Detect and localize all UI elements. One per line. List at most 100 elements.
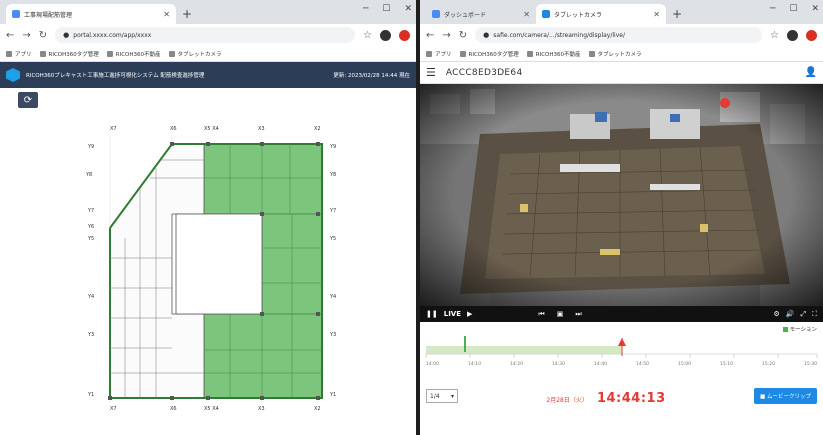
bookmark-item[interactable]: タブレットカメラ	[588, 50, 642, 58]
current-date: 2月28日（火）	[546, 396, 588, 404]
apps-icon	[426, 50, 432, 57]
bookmark-label: RICOH360不動産	[535, 51, 581, 58]
play-icon[interactable]: ▶	[467, 310, 472, 318]
recording-indicator-icon	[720, 98, 730, 108]
bookmark-item[interactable]: タブレットカメラ	[168, 50, 222, 58]
bookmark-item[interactable]: アプリ	[426, 50, 452, 58]
reload-icon[interactable]: ↻	[459, 30, 467, 41]
app-update-time: 更新: 2023/02/28 14:44 現在	[333, 73, 410, 79]
current-time: 14:44:13	[596, 390, 666, 406]
floor-plan-area: ⟳ X7 X6 X5 X4 X3 X2 X7 X6 X5 X4 X3 X2 Y9 Y8 Y7 Y…	[0, 88, 416, 435]
window-close-icon[interactable]: ✕	[811, 4, 819, 14]
tick-label: 14:20	[510, 362, 523, 367]
bookmark-star-icon[interactable]: ☆	[363, 30, 372, 41]
back-icon[interactable]: ←	[6, 30, 14, 41]
extension-icon[interactable]	[806, 29, 817, 41]
lock-icon: ●	[63, 31, 70, 39]
left-tab[interactable]: 工事現場配筋管理 ✕	[6, 4, 176, 24]
svg-text:X2: X2	[314, 406, 321, 412]
bookmark-star-icon[interactable]: ☆	[770, 30, 779, 41]
svg-text:X7: X7	[110, 126, 117, 132]
construction-site-image	[420, 84, 823, 306]
svg-text:Y8: Y8	[85, 172, 92, 178]
speed-select[interactable]: 1/4 ▾	[426, 389, 458, 403]
fit-icon[interactable]: ⤢	[800, 310, 806, 319]
svg-text:Y3: Y3	[87, 332, 94, 338]
bookmark-icon	[106, 50, 113, 57]
profile-avatar[interactable]	[787, 29, 798, 41]
close-icon[interactable]: ✕	[163, 10, 170, 19]
right-url-field[interactable]: ● safie.com/camera/.../streaming/display…	[475, 27, 763, 43]
maximize-icon[interactable]: ☐	[789, 4, 797, 14]
profile-avatar[interactable]	[380, 29, 391, 41]
tick-label: 15:00	[678, 362, 691, 367]
window-controls: ─ ☐ ✕	[770, 4, 819, 14]
app-logo-icon	[6, 68, 20, 82]
volume-icon[interactable]: 🔊	[786, 310, 795, 318]
tab-title: ダッシュボード	[444, 11, 487, 19]
playback-buttons: ⏮ ▣ ⏭	[538, 310, 581, 319]
camera-video-feed[interactable]	[420, 84, 823, 306]
bookmark-item[interactable]: RICOH360不動産	[526, 50, 581, 58]
bookmark-item[interactable]: RICOH360不動産	[106, 50, 161, 58]
bookmark-icon	[39, 50, 46, 57]
bookmark-icon	[168, 50, 175, 57]
bookmark-label: RICOH360タグ管理	[468, 51, 519, 58]
favicon-icon	[12, 10, 20, 18]
frame-icon[interactable]: ▣	[557, 310, 564, 319]
forward-icon[interactable]: →	[22, 30, 30, 41]
pause-icon[interactable]: ❚❚	[426, 310, 438, 318]
svg-text:Y9: Y9	[87, 144, 94, 150]
maximize-icon[interactable]: ☐	[382, 4, 390, 14]
fullscreen-icon[interactable]: ⛶	[812, 310, 817, 319]
svg-text:X6: X6	[170, 126, 177, 132]
svg-text:Y1: Y1	[329, 392, 336, 398]
right-address-bar: ← → ↻ ● safie.com/camera/.../streaming/d…	[420, 24, 823, 46]
reload-icon[interactable]: ↻	[39, 30, 47, 41]
new-tab-button[interactable]: +	[672, 7, 682, 21]
bookmark-item[interactable]: RICOH360タグ管理	[459, 50, 519, 58]
bookmark-item[interactable]: アプリ	[6, 50, 32, 58]
left-bookmarks-bar: アプリ RICOH360タグ管理 RICOH360不動産 タブレットカメラ	[0, 46, 416, 62]
left-address-bar: ← → ↻ ● portal.xxxx.com/app/xxxx ☆	[0, 24, 416, 46]
skip-forward-icon[interactable]: ⏭	[575, 310, 581, 319]
svg-text:Y5: Y5	[87, 236, 94, 242]
timeline[interactable]: モーション 14:00 14:10 14:20 14:30 14:40 14:5…	[420, 322, 823, 382]
tick-label: 15:20	[762, 362, 775, 367]
favicon-icon	[432, 10, 440, 18]
window-close-icon[interactable]: ✕	[404, 4, 412, 14]
svg-text:Y5: Y5	[329, 236, 336, 242]
svg-text:X6: X6	[170, 406, 177, 412]
bookmark-label: タブレットカメラ	[177, 51, 222, 58]
motion-label: モーション	[789, 327, 817, 333]
user-icon[interactable]: 👤	[805, 67, 817, 78]
forward-icon[interactable]: →	[442, 30, 450, 41]
movie-clip-button[interactable]: ■ ムービークリップ	[754, 388, 817, 404]
hamburger-menu-icon[interactable]: ☰	[426, 66, 436, 79]
bookmark-label: RICOH360タグ管理	[48, 51, 99, 58]
timeline-track[interactable]	[420, 334, 823, 364]
extension-icon[interactable]	[399, 29, 410, 41]
current-datetime: 2月28日（火） 14:44:13	[466, 387, 746, 406]
live-label: LIVE	[443, 310, 461, 318]
svg-text:X3: X3	[258, 126, 265, 132]
svg-text:Y3: Y3	[329, 332, 336, 338]
minimize-icon[interactable]: ─	[770, 4, 775, 14]
left-url-field[interactable]: ● portal.xxxx.com/app/xxxx	[55, 27, 356, 43]
svg-text:Y8: Y8	[329, 172, 336, 178]
back-icon[interactable]: ←	[426, 30, 434, 41]
minimize-icon[interactable]: ─	[363, 4, 368, 14]
refresh-button[interactable]: ⟳	[18, 92, 38, 108]
right-browser-window: ダッシュボード ✕ タブレットカメラ ✕ + ─ ☐ ✕ ← → ↻ ● saf…	[420, 0, 823, 435]
right-tab-camera[interactable]: タブレットカメラ ✕	[536, 4, 666, 24]
right-tab-dashboard[interactable]: ダッシュボード ✕	[426, 4, 536, 24]
tick-label: 14:10	[468, 362, 481, 367]
tick-label: 15:10	[720, 362, 733, 367]
new-tab-button[interactable]: +	[182, 7, 192, 21]
skip-back-icon[interactable]: ⏮	[538, 310, 544, 319]
bookmark-label: アプリ	[435, 51, 452, 58]
bookmark-item[interactable]: RICOH360タグ管理	[39, 50, 99, 58]
close-icon[interactable]: ✕	[523, 10, 530, 19]
settings-gear-icon[interactable]: ⚙	[773, 310, 779, 318]
close-icon[interactable]: ✕	[653, 10, 660, 19]
